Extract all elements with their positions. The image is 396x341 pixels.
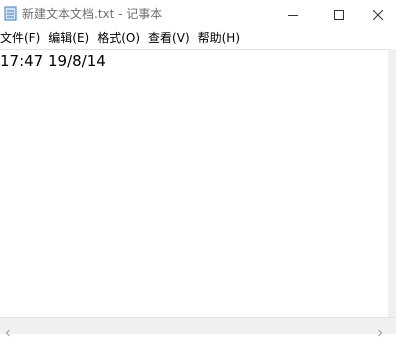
menu-view[interactable]: 查看(V)	[148, 30, 198, 46]
scroll-left-icon[interactable]	[4, 322, 12, 337]
notepad-icon[interactable]	[4, 6, 17, 21]
close-icon	[372, 5, 384, 24]
menu-bar: 文件(F) 编辑(E) 格式(O) 查看(V) 帮助(H)	[0, 28, 396, 48]
menu-format[interactable]: 格式(O)	[97, 30, 148, 46]
menu-file[interactable]: 文件(F)	[0, 30, 48, 46]
editor-content[interactable]: 17:47 19/8/14	[0, 52, 106, 70]
scroll-right-icon[interactable]	[376, 322, 384, 337]
text-editor[interactable]: 17:47 19/8/14	[0, 49, 388, 318]
horizontal-scrollbar[interactable]	[0, 317, 396, 337]
menu-edit[interactable]: 编辑(E)	[48, 30, 97, 46]
maximize-icon	[334, 5, 344, 24]
maximize-button[interactable]	[316, 0, 362, 28]
minimize-button[interactable]	[270, 0, 316, 28]
vertical-scrollbar[interactable]	[388, 49, 396, 317]
minimize-icon	[288, 5, 298, 24]
close-button[interactable]	[360, 0, 396, 28]
window-title: 新建文本文档.txt - 记事本	[22, 7, 163, 21]
menu-help[interactable]: 帮助(H)	[198, 30, 248, 46]
title-bar[interactable]: 新建文本文档.txt - 记事本	[0, 0, 396, 28]
